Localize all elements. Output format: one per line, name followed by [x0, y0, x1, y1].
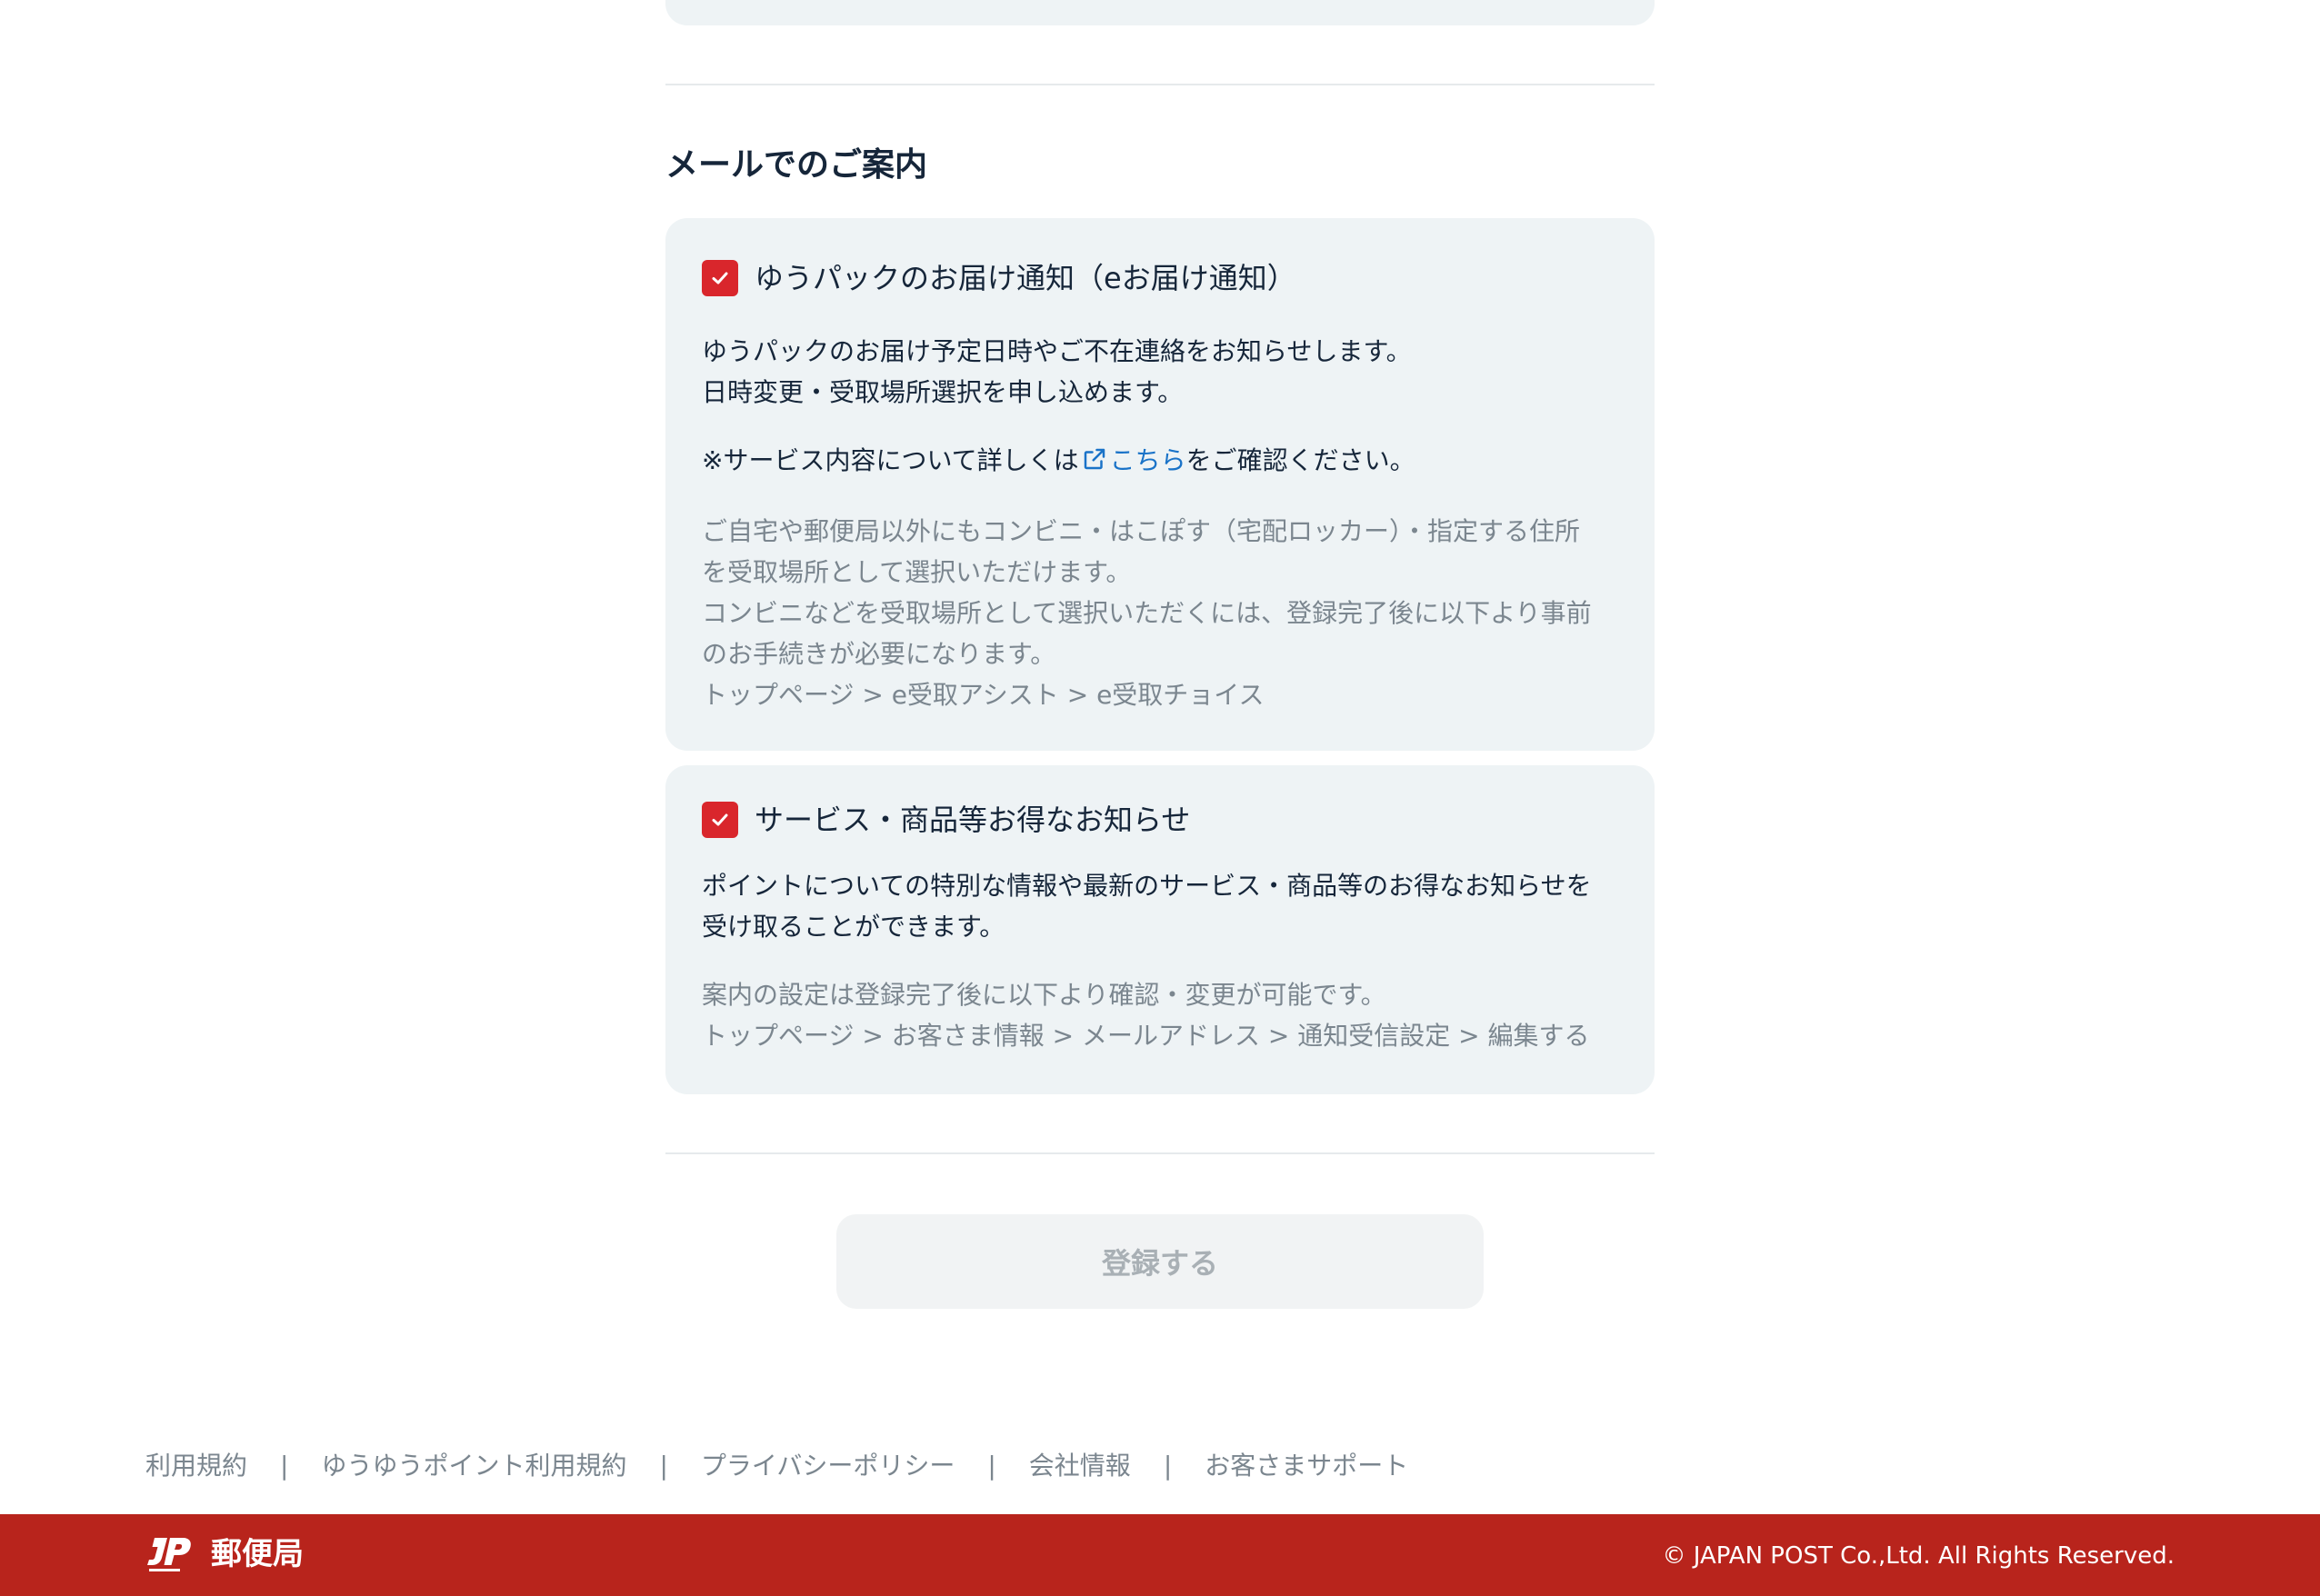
note-suffix: をご確認ください。 [1185, 445, 1415, 475]
page: メールでのご案内 ゆうパックのお届け通知（eお届け通知） ゆうパックのお届け予定… [0, 0, 2320, 1596]
info-path: トップページ > e受取アシスト > e受取チョイス [702, 680, 1265, 710]
info-line: のお手続きが必要になります。 [702, 639, 1056, 669]
footer-separator: | [987, 1451, 996, 1481]
footer-links: 利用規約 | ゆうゆうポイント利用規約 | プライバシーポリシー | 会社情報 … [145, 1448, 1408, 1484]
promotion-description: ポイントについての特別な情報や最新のサービス・商品等のお得なお知らせを 受け取る… [702, 865, 1620, 947]
note-prefix: ※サービス内容について詳しくは [702, 445, 1079, 475]
footer-separator: | [1163, 1451, 1173, 1481]
service-details-note: ※サービス内容について詳しくは こちらをご確認ください。 [702, 440, 1620, 481]
footer-separator: | [659, 1451, 668, 1481]
section-title: メールでのご案内 [665, 146, 928, 184]
promotion-notification-label: サービス・商品等お得なお知らせ [755, 803, 1191, 837]
description-line: 日時変更・受取場所選択を申し込めます。 [702, 377, 1184, 407]
info-path: トップページ > お客さま情報 > メールアドレス > 通知受信設定 > 編集す… [702, 1021, 1590, 1051]
footer-link-privacy[interactable]: プライバシーポリシー [701, 1448, 955, 1484]
settings-change-info: 案内の設定は登録完了後に以下より確認・変更が可能です。 トップページ > お客さ… [702, 974, 1620, 1056]
info-line: を受取場所として選択いただけます。 [702, 557, 1132, 587]
delivery-notification-option[interactable]: ゆうパックのお届け通知（eお届け通知） [702, 260, 1296, 296]
footer-separator: | [280, 1451, 289, 1481]
logo-text: 郵便局 [211, 1536, 304, 1572]
previous-section-card [665, 0, 1655, 25]
register-button[interactable]: 登録する [836, 1214, 1484, 1309]
footer-link-support[interactable]: お客さまサポート [1205, 1448, 1408, 1484]
pickup-location-info: ご自宅や郵便局以外にもコンビニ・はこぽす（宅配ロッカー）・指定する住所 を受取場… [702, 511, 1620, 715]
description-line: ポイントについての特別な情報や最新のサービス・商品等のお得なお知らせを [702, 871, 1592, 901]
delivery-notification-checkbox[interactable] [702, 260, 738, 296]
description-line: ゆうパックのお届け予定日時やご不在連絡をお知らせします。 [702, 336, 1412, 366]
details-link-label[interactable]: こちら [1110, 445, 1186, 475]
promotion-notification-checkbox[interactable] [702, 802, 738, 838]
check-icon [712, 813, 728, 826]
delivery-notification-label: ゆうパックのお届け通知（eお届け通知） [755, 261, 1296, 295]
delivery-notification-card: ゆうパックのお届け通知（eお届け通知） ゆうパックのお届け予定日時やご不在連絡を… [665, 218, 1655, 751]
copyright: © JAPAN POST Co.,Ltd. All Rights Reserve… [1662, 1542, 2175, 1570]
section-divider-bottom [665, 1152, 1655, 1154]
jp-post-logo[interactable]: 郵便局 [145, 1534, 304, 1574]
delivery-notification-description: ゆうパックのお届け予定日時やご不在連絡をお知らせします。 日時変更・受取場所選択… [702, 331, 1620, 413]
info-line: 案内の設定は登録完了後に以下より確認・変更が可能です。 [702, 980, 1386, 1010]
info-line: ご自宅や郵便局以外にもコンビニ・はこぽす（宅配ロッカー）・指定する住所 [702, 516, 1581, 546]
footer-link-point-terms[interactable]: ゆうゆうポイント利用規約 [321, 1448, 626, 1484]
description-line: 受け取ることができます。 [702, 912, 1005, 942]
info-line: コンビニなどを受取場所として選択いただくには、登録完了後に以下より事前 [702, 598, 1592, 628]
footer-bar: 郵便局 © JAPAN POST Co.,Ltd. All Rights Res… [0, 1514, 2320, 1596]
promotion-notification-option[interactable]: サービス・商品等お得なお知らせ [702, 802, 1190, 838]
section-divider-top [665, 84, 1655, 85]
jp-post-logo-icon [147, 1538, 191, 1571]
footer-link-terms[interactable]: 利用規約 [145, 1448, 247, 1484]
check-icon [712, 272, 728, 284]
footer-link-company[interactable]: 会社情報 [1029, 1448, 1131, 1484]
external-link-icon [1084, 448, 1105, 470]
details-link[interactable]: こちら [1079, 445, 1186, 475]
promotion-notification-card: サービス・商品等お得なお知らせ ポイントについての特別な情報や最新のサービス・商… [665, 765, 1655, 1094]
